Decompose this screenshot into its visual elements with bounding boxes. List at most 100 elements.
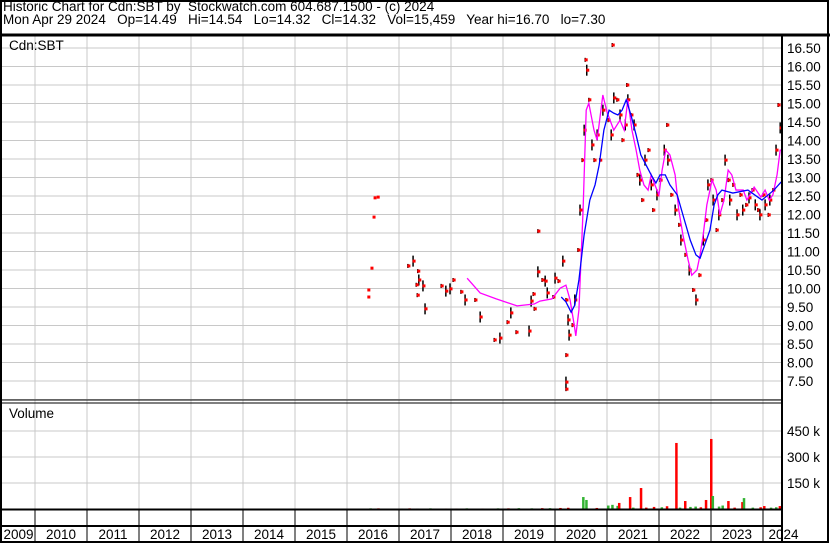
price-point [764, 203, 768, 207]
price-point [736, 213, 740, 217]
price-tick-label: 8.00 [787, 356, 813, 371]
year-tick-label: 2010 [46, 527, 76, 542]
price-point [591, 143, 595, 147]
price-point [449, 287, 453, 291]
volume-bar [611, 504, 614, 509]
price-point [577, 248, 581, 252]
year-tick-label: 2024 [768, 527, 799, 542]
price-point [695, 298, 699, 302]
price-tick-label: 11.00 [787, 245, 820, 260]
year-tick-label: 2021 [618, 527, 648, 542]
price-point [670, 193, 674, 197]
price-tick-label: 12.50 [787, 189, 821, 204]
price-point [367, 288, 371, 292]
price-point [562, 259, 566, 263]
price-point [611, 43, 615, 47]
volume-bars [369, 438, 782, 509]
price-point [415, 283, 419, 287]
price-tick-label: 16.00 [787, 60, 821, 75]
price-point [417, 269, 421, 273]
price-tick-label: 12.00 [787, 208, 821, 223]
year-tick-label: 2020 [566, 527, 596, 542]
price-point [667, 158, 671, 162]
year-tick-label: 2019 [514, 527, 544, 542]
price-point [588, 98, 592, 102]
price-point [424, 307, 428, 311]
price-tick-label: 9.00 [787, 319, 813, 334]
price-tick-label: 8.50 [787, 337, 813, 352]
price-point [530, 299, 534, 303]
price-point [370, 266, 374, 270]
price-tick-label: 9.50 [787, 300, 813, 315]
price-tick-label: 14.00 [787, 134, 821, 149]
outer-border [0, 0, 829, 543]
price-tick-label: 13.00 [787, 171, 821, 186]
volume-bar [607, 505, 610, 509]
price-tick-label: 15.50 [787, 78, 821, 93]
price-point [499, 336, 503, 340]
year-tick-label: 2018 [462, 527, 492, 542]
price-point [464, 298, 468, 302]
price-point [445, 289, 449, 293]
price-point [626, 83, 630, 87]
price-point [407, 264, 411, 268]
price-point [515, 330, 519, 334]
price-point [372, 215, 376, 219]
volume-bar [582, 497, 585, 509]
price-point [584, 58, 588, 62]
price-point [593, 158, 597, 162]
year-tick-label: 2023 [722, 527, 752, 542]
price-tick-label: 13.50 [787, 152, 821, 167]
price-point [775, 148, 779, 152]
price-point [546, 291, 550, 295]
price-point [568, 333, 572, 337]
price-point [674, 208, 678, 212]
chart-frame [0, 0, 830, 543]
price-tick-label: 10.00 [787, 282, 821, 297]
price-point [565, 353, 569, 357]
price-point [422, 284, 426, 288]
year-tick-label: 2009 [3, 527, 33, 542]
volume-bar [675, 442, 678, 509]
price-point [567, 318, 571, 322]
axis-labels: 16.50 16.00 15.50 15.00 14.50 14.00 13.50 13.00… [3, 41, 820, 542]
price-point [528, 329, 532, 333]
price-point [586, 68, 590, 72]
price-tick-label: 14.50 [787, 115, 821, 130]
price-point [440, 284, 444, 288]
price-tick-label: 16.50 [787, 41, 821, 56]
price-point [373, 196, 377, 200]
volume-bar [617, 502, 621, 509]
price-tick-label: 15.00 [787, 97, 821, 112]
price-point [506, 320, 510, 324]
volume-bar [684, 501, 687, 509]
price-point [641, 198, 645, 202]
price-point [724, 158, 728, 162]
price-point [680, 238, 684, 242]
volume-bar [742, 498, 746, 509]
price-point [452, 278, 456, 282]
price-tick-label: 10.50 [787, 263, 821, 278]
price-point [416, 293, 420, 297]
year-tick-label: 2014 [254, 527, 285, 542]
price-point [729, 198, 733, 202]
price-point [418, 278, 422, 282]
volume-bar [585, 499, 588, 509]
price-point [532, 292, 536, 296]
price-point [715, 228, 719, 232]
price-point [666, 123, 670, 127]
price-point [541, 278, 545, 282]
price-point [616, 98, 620, 102]
price-point [650, 183, 654, 187]
price-point [460, 290, 464, 294]
price-point [647, 148, 651, 152]
volume-tick-label: 150 k [787, 476, 820, 491]
grid-lines [2, 36, 782, 509]
year-tick-label: 2016 [358, 527, 388, 542]
volume-bar [639, 488, 643, 509]
year-tick-label: 2015 [306, 527, 336, 542]
stock-chart-window: Historic Chart for Cdn:SBT by Stockwatch… [0, 0, 830, 543]
price-point [707, 183, 711, 187]
price-point [565, 387, 569, 391]
price-point [602, 108, 606, 112]
